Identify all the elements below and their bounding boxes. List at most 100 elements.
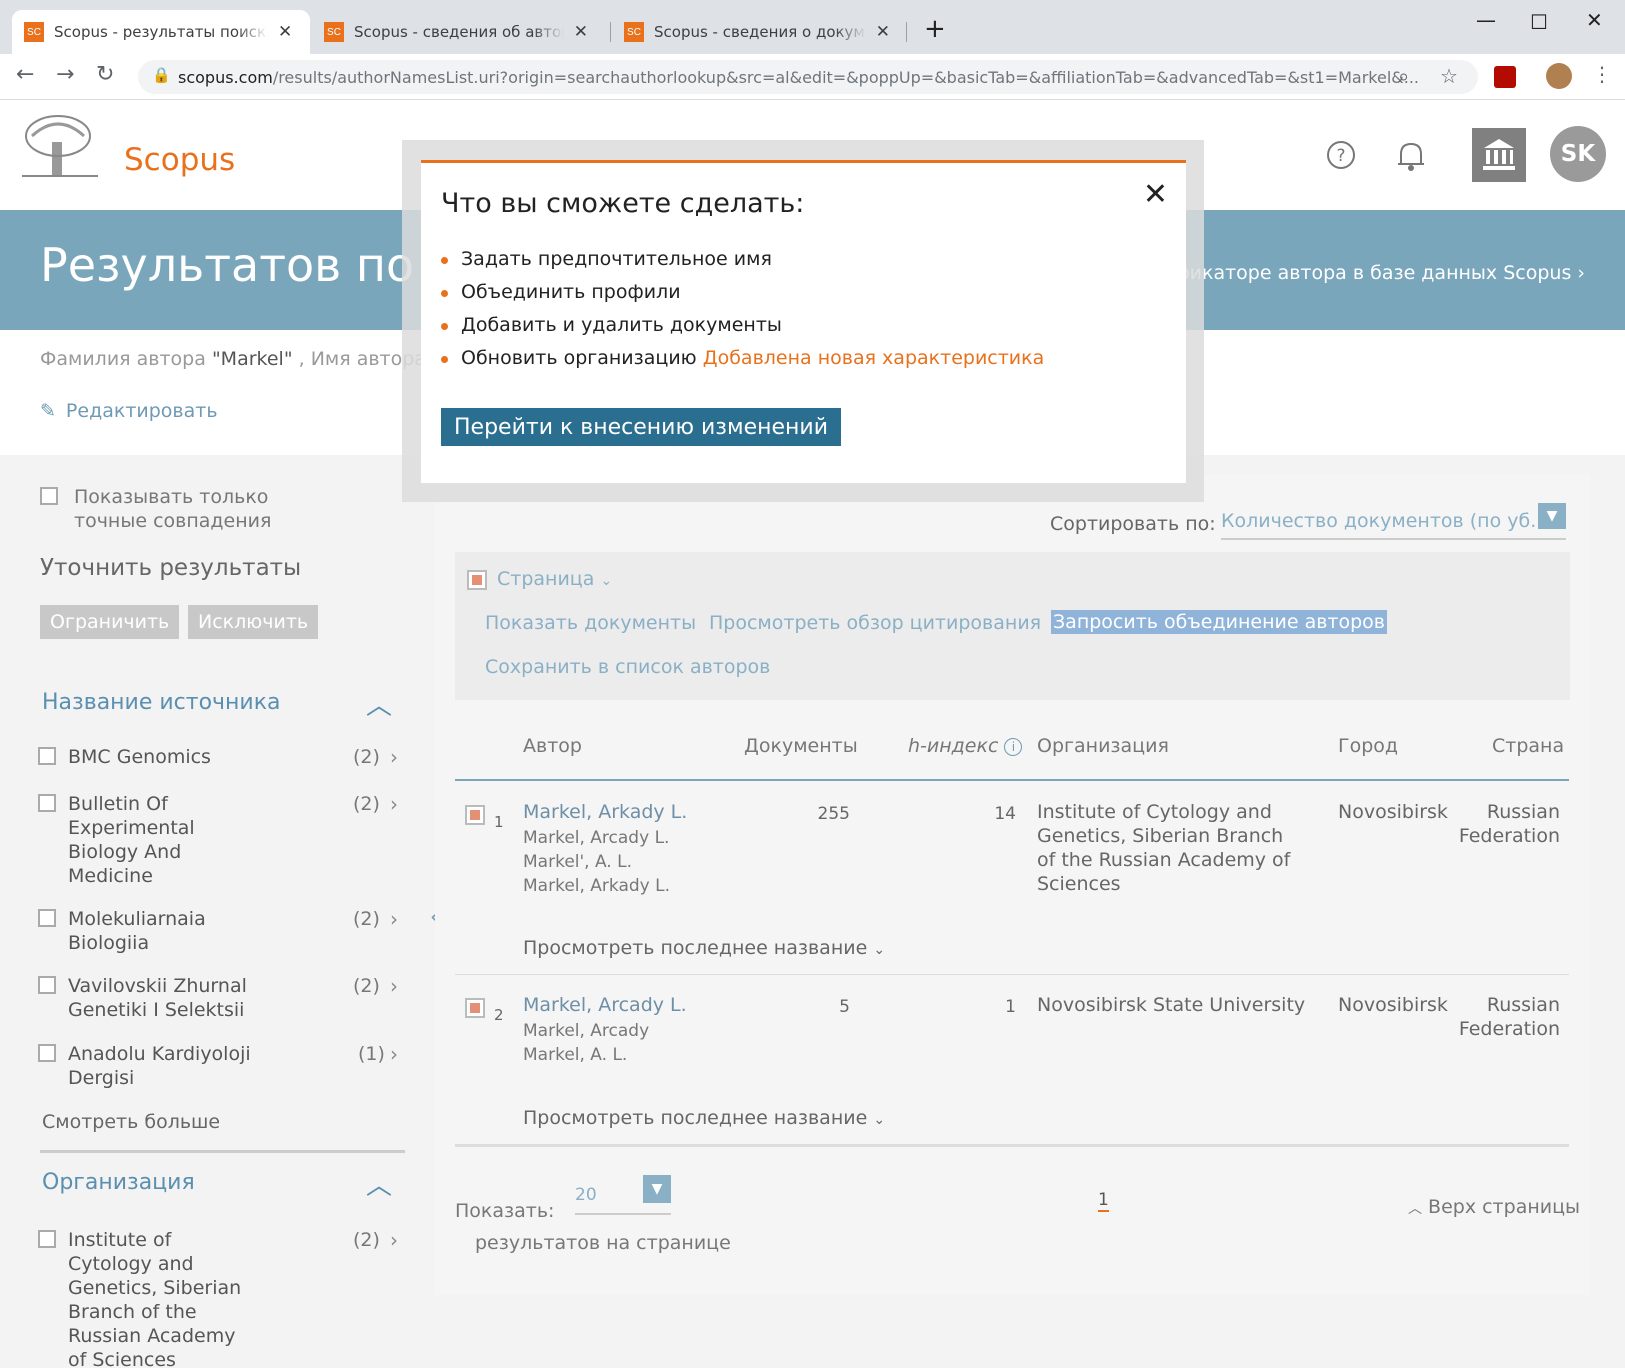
city-value: Novosibirsk [1338, 801, 1448, 823]
checkbox[interactable] [38, 909, 56, 927]
chevron-up-icon[interactable]: ︿ [366, 1165, 392, 1202]
close-icon[interactable]: ✕ [278, 22, 292, 42]
view-latest-title-toggle[interactable]: Просмотреть последнее название ⌄ [523, 1106, 885, 1132]
column-city[interactable]: Город [1338, 735, 1398, 757]
scopus-favicon-icon: SC [24, 22, 44, 42]
forward-icon[interactable]: → [56, 62, 74, 87]
row-checkbox[interactable] [465, 805, 485, 829]
organization-facet-heading[interactable]: Организация [42, 1170, 195, 1195]
chevron-down-icon[interactable]: ▼ [1538, 503, 1566, 529]
edit-query-link[interactable]: ✎ Редактировать [40, 400, 218, 422]
column-documents[interactable]: Документы [744, 735, 858, 757]
column-country[interactable]: Страна [1492, 735, 1564, 757]
checkbox[interactable] [38, 747, 56, 765]
browser-tab-1[interactable]: SC Scopus - результаты поиска авт ✕ [12, 10, 310, 54]
view-latest-title-label: Просмотреть последнее название [523, 937, 868, 959]
close-icon[interactable]: ✕ [574, 22, 588, 42]
close-icon[interactable]: ✕ [876, 22, 890, 42]
column-author[interactable]: Автор [523, 735, 582, 757]
chevron-right-icon[interactable]: › [390, 974, 398, 998]
reload-icon[interactable]: ↻ [96, 62, 114, 87]
checkbox[interactable] [467, 570, 487, 590]
institution-button[interactable] [1472, 128, 1526, 182]
tab-separator [610, 22, 611, 42]
info-icon[interactable]: i [1004, 737, 1023, 756]
checkbox[interactable] [465, 805, 485, 825]
menu-dots-icon[interactable]: ⋮ [1592, 62, 1612, 86]
chevron-right-icon[interactable]: › [390, 792, 398, 816]
features-dialog: Что вы сможете сделать: ✕ Задать предпоч… [421, 160, 1186, 483]
minimize-icon[interactable]: — [1476, 8, 1496, 32]
maximize-icon[interactable]: ☐ [1530, 10, 1548, 34]
back-to-top-link[interactable]: ︿ Верх страницы [1408, 1196, 1580, 1218]
show-documents-link[interactable]: Показать документы [485, 612, 696, 634]
documents-count[interactable]: 255 [760, 802, 850, 826]
scopus-brand[interactable]: Scopus [124, 142, 235, 178]
feature-item-label: Обновить организацию [461, 347, 697, 369]
facet-label: Molekuliarnaia Biologiia [68, 908, 206, 954]
profile-avatar-icon[interactable] [1546, 63, 1572, 89]
source-facet-item[interactable]: BMC Genomics (2) › [38, 745, 408, 771]
author-name-link[interactable]: Markel, Arkady L. [523, 800, 687, 824]
notifications-bell-icon[interactable] [1396, 140, 1426, 172]
svg-text:?: ? [1336, 146, 1345, 166]
source-title-facet-heading[interactable]: Название источника [42, 690, 281, 715]
zoom-icon[interactable]: ⌕ [1398, 64, 1409, 88]
author-identifier-link[interactable]: ификаторе автора в базе данных Scopus › [1161, 262, 1585, 284]
source-facet-item[interactable]: Vavilovskii Zhurnal Genetiki I Selektsii… [38, 974, 408, 1022]
address-bar[interactable]: 🔒 scopus.com/results/authorNamesList.uri… [138, 60, 1478, 94]
query-last-name: "Markel" [211, 348, 293, 370]
checkbox[interactable] [38, 1044, 56, 1062]
save-to-list-link[interactable]: Сохранить в список авторов [485, 656, 770, 678]
exclude-button[interactable]: Исключить [188, 605, 319, 639]
go-to-changes-button[interactable]: Перейти к внесению изменений [441, 408, 841, 446]
select-page-checkbox[interactable] [467, 570, 487, 594]
help-icon[interactable]: ? [1326, 140, 1356, 170]
chevron-right-icon[interactable]: › [390, 1042, 398, 1066]
chevron-right-icon[interactable]: › [390, 745, 398, 769]
show-label: Показать: [455, 1200, 555, 1222]
request-merge-link[interactable]: Запросить объединение авторов [1051, 610, 1387, 634]
column-organization[interactable]: Организация [1037, 735, 1169, 757]
author-name-link[interactable]: Markel, Arcady L. [523, 993, 687, 1017]
back-icon[interactable]: ← [16, 62, 34, 87]
sort-select[interactable]: Количество документов (по уб... [1221, 510, 1566, 540]
sort-select-value: Количество документов (по уб... [1221, 510, 1549, 532]
column-h-index-label: h-индекс [908, 735, 999, 757]
page-select-dropdown[interactable]: Страница ⌄ [497, 568, 612, 590]
page-select-label: Страница [497, 568, 595, 590]
close-icon[interactable]: ✕ [1143, 177, 1168, 212]
browser-tab-2[interactable]: SC Scopus - сведения об авторе (M ✕ [312, 10, 600, 54]
current-page[interactable]: 1 [1098, 1190, 1109, 1212]
documents-count[interactable]: 5 [760, 995, 850, 1019]
user-avatar[interactable]: SK [1550, 126, 1606, 182]
chevron-right-icon[interactable]: › [390, 907, 398, 931]
limit-button[interactable]: Ограничить [40, 605, 180, 639]
checkbox[interactable] [465, 998, 485, 1018]
checkbox[interactable] [38, 976, 56, 994]
chevron-right-icon[interactable]: › [390, 1228, 398, 1252]
organization-facet-item[interactable]: Institute of Cytology and Genetics, Sibe… [38, 1228, 408, 1368]
view-latest-title-toggle[interactable]: Просмотреть последнее название ⌄ [523, 936, 885, 962]
bookmark-star-icon[interactable]: ☆ [1440, 64, 1458, 88]
source-facet-item[interactable]: Anadolu Kardiyoloji Dergisi (1) › [38, 1042, 408, 1090]
browser-tab-3[interactable]: SC Scopus - сведения о документе ✕ [612, 10, 902, 54]
new-tab-icon[interactable]: + [924, 14, 946, 44]
row-checkbox[interactable] [465, 998, 485, 1022]
column-h-index[interactable]: h-индекс i [908, 735, 1023, 757]
checkbox[interactable] [38, 1230, 56, 1248]
source-facet-item[interactable]: Molekuliarnaia Biologiia (2) › [38, 907, 408, 955]
window-close-icon[interactable]: ✕ [1586, 8, 1603, 32]
checkbox[interactable] [40, 487, 58, 505]
pdf-extension-icon[interactable] [1494, 66, 1516, 88]
facet-count: (2) [353, 908, 380, 930]
chevron-up-icon[interactable]: ︿ [366, 685, 392, 722]
feature-item: Добавить и удалить документы [441, 309, 1044, 342]
see-more-link[interactable]: Смотреть больше [42, 1111, 220, 1133]
organization-value: Institute of Cytology and Genetics, Sibe… [1037, 801, 1291, 895]
facet-count: (2) [353, 793, 380, 815]
checkbox[interactable] [38, 794, 56, 812]
citation-overview-link[interactable]: Просмотреть обзор цитирования [709, 612, 1041, 634]
source-facet-item[interactable]: Bulletin Of Experimental Biology And Med… [38, 792, 408, 888]
chevron-down-icon[interactable]: ▼ [643, 1175, 671, 1203]
